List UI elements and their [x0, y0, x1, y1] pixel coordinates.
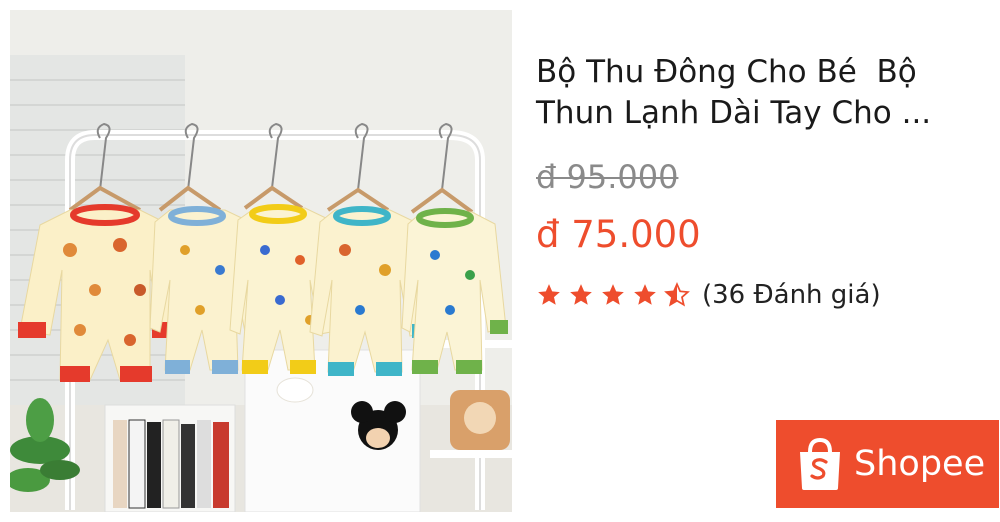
product-info: Bộ Thu Đông Cho Bé Bộ Thun Lạnh Dài Tay …: [536, 52, 986, 134]
review-count[interactable]: (36 Đánh giá): [702, 280, 881, 310]
star-icon: [570, 284, 592, 305]
star-icon: [634, 284, 656, 305]
product-title[interactable]: Bộ Thu Đông Cho Bé Bộ Thun Lạnh Dài Tay …: [536, 52, 986, 134]
star-icon: [538, 284, 560, 305]
product-image[interactable]: [10, 10, 512, 512]
shopee-bag-icon: [800, 437, 840, 490]
original-price: đ 95.000: [536, 158, 679, 196]
rating-row: (36 Đánh giá): [536, 280, 881, 310]
sale-price: đ 75.000: [536, 213, 701, 256]
half-star-icon: [664, 282, 690, 307]
shopee-wordmark: Shopee: [854, 444, 986, 484]
shopee-logo[interactable]: Shopee: [776, 420, 999, 508]
star-icon: [602, 284, 624, 305]
